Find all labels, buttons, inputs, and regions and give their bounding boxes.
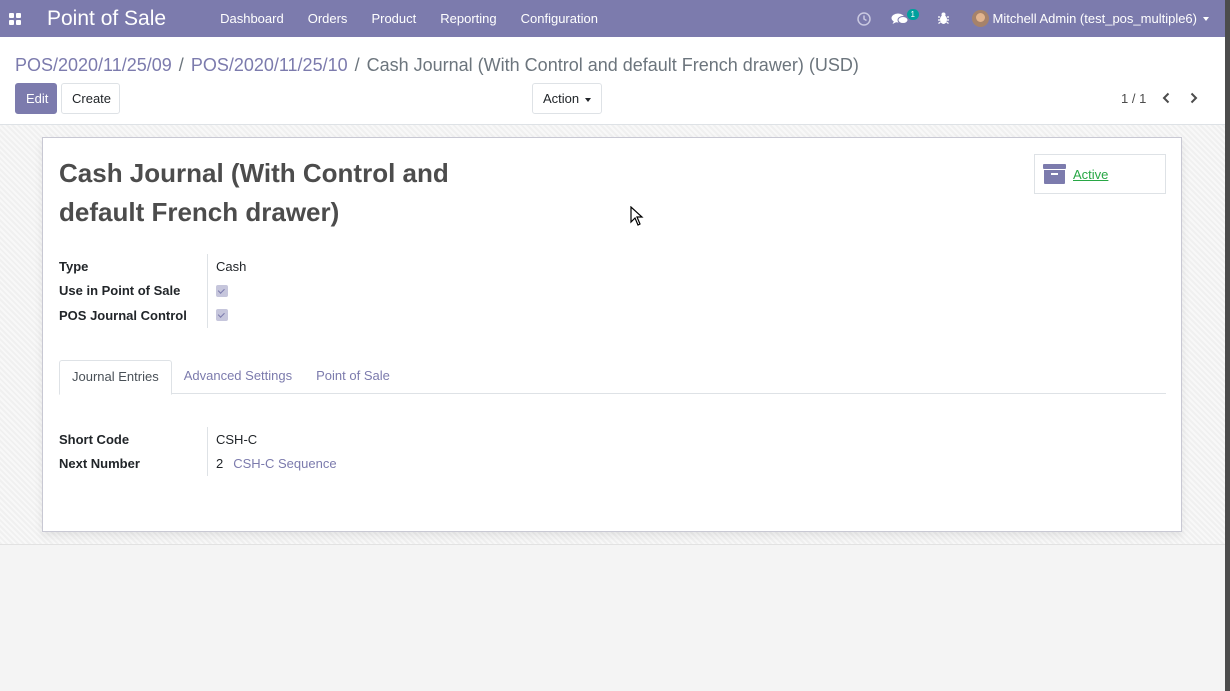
field-row-type: Type Cash [59,254,459,279]
pager-value[interactable]: 1 / 1 [1121,91,1146,106]
field-row-pos-journal-control: POS Journal Control [59,303,459,328]
breadcrumb-current: Cash Journal (With Control and default F… [366,55,859,75]
use-in-pos-checkbox[interactable] [216,284,228,297]
user-avatar [971,10,989,27]
edit-button[interactable]: Edit [15,83,57,114]
use-in-pos-label: Use in Point of Sale [59,278,208,303]
control-panel: POS/2020/11/25/09 / POS/2020/11/25/10 / … [0,37,1225,125]
form-sheet: Cash Journal (With Control and default F… [42,137,1182,532]
active-status-label: Active [1073,166,1109,182]
bottom-strip [0,680,1230,691]
notebook-tabs: Journal Entries Advanced Settings Point … [59,360,1166,395]
next-number-label: Next Number [59,451,208,476]
window-scrollbar[interactable] [1225,0,1230,691]
next-number-value: 2 [216,456,224,472]
user-name: Mitchell Admin (test_pos_multiple6) [992,11,1197,26]
menu-item-reporting[interactable]: Reporting [428,0,508,37]
menu-item-product[interactable]: Product [359,0,428,37]
systray: 1 Mitchell Admin (test_pos_multiple6) [847,0,1225,37]
field-row-next-number: Next Number 2 CSH-C Sequence [59,451,459,476]
field-row-use-in-pos: Use in Point of Sale [59,278,459,303]
main-fields-group: Type Cash Use in Point of Sale POS Journ… [59,254,459,328]
breadcrumb: POS/2020/11/25/09 / POS/2020/11/25/10 / … [15,55,859,76]
user-menu-caret-icon [1203,16,1209,21]
tab-point-of-sale[interactable]: Point of Sale [304,360,402,394]
menu-item-configuration[interactable]: Configuration [509,0,610,37]
breadcrumb-separator: / [178,55,184,75]
active-toggle-button[interactable]: Active [1034,154,1166,194]
tab-journal-entries[interactable]: Journal Entries [59,360,172,395]
record-title: Cash Journal (With Control and default F… [59,158,449,227]
pager-previous-icon[interactable] [1158,90,1174,106]
messages-count-badge: 1 [906,9,919,20]
breadcrumb-separator: / [354,55,360,75]
journal-entries-fields: Short Code CSH-C Next Number 2 CSH-C Seq… [59,427,459,476]
form-view-area: Cash Journal (With Control and default F… [0,125,1225,545]
type-label: Type [59,254,208,279]
pager-next-icon[interactable] [1186,90,1202,106]
activity-clock-icon[interactable] [847,0,881,37]
pos-journal-control-label: POS Journal Control [59,303,208,328]
messages-icon[interactable]: 1 [881,0,919,37]
archive-icon [1043,164,1066,184]
main-menu: Dashboard Orders Product Reporting Confi… [208,0,610,37]
action-label: Action [543,91,580,106]
tab-advanced-settings[interactable]: Advanced Settings [172,360,304,394]
short-code-label: Short Code [59,427,208,452]
pos-journal-control-checkbox[interactable] [216,309,228,322]
user-menu[interactable]: Mitchell Admin (test_pos_multiple6) [960,0,1225,37]
top-navbar: Point of Sale Dashboard Orders Product R… [0,0,1225,37]
short-code-value: CSH-C [216,431,258,447]
create-button[interactable]: Create [61,83,120,114]
breadcrumb-item-session-09[interactable]: POS/2020/11/25/09 [15,55,172,76]
breadcrumb-item-session-10[interactable]: POS/2020/11/25/10 [191,55,348,76]
apps-menu-icon[interactable] [0,0,30,37]
action-dropdown-button[interactable]: Action [532,83,602,114]
menu-item-dashboard[interactable]: Dashboard [208,0,296,37]
app-brand[interactable]: Point of Sale [47,7,166,31]
action-caret-icon [585,97,592,102]
mouse-cursor-icon [630,205,644,226]
debug-bug-icon[interactable] [927,0,960,37]
sequence-link[interactable]: CSH-C Sequence [233,456,336,471]
field-row-short-code: Short Code CSH-C [59,427,459,452]
menu-item-orders[interactable]: Orders [296,0,360,37]
type-value: Cash [216,258,247,274]
